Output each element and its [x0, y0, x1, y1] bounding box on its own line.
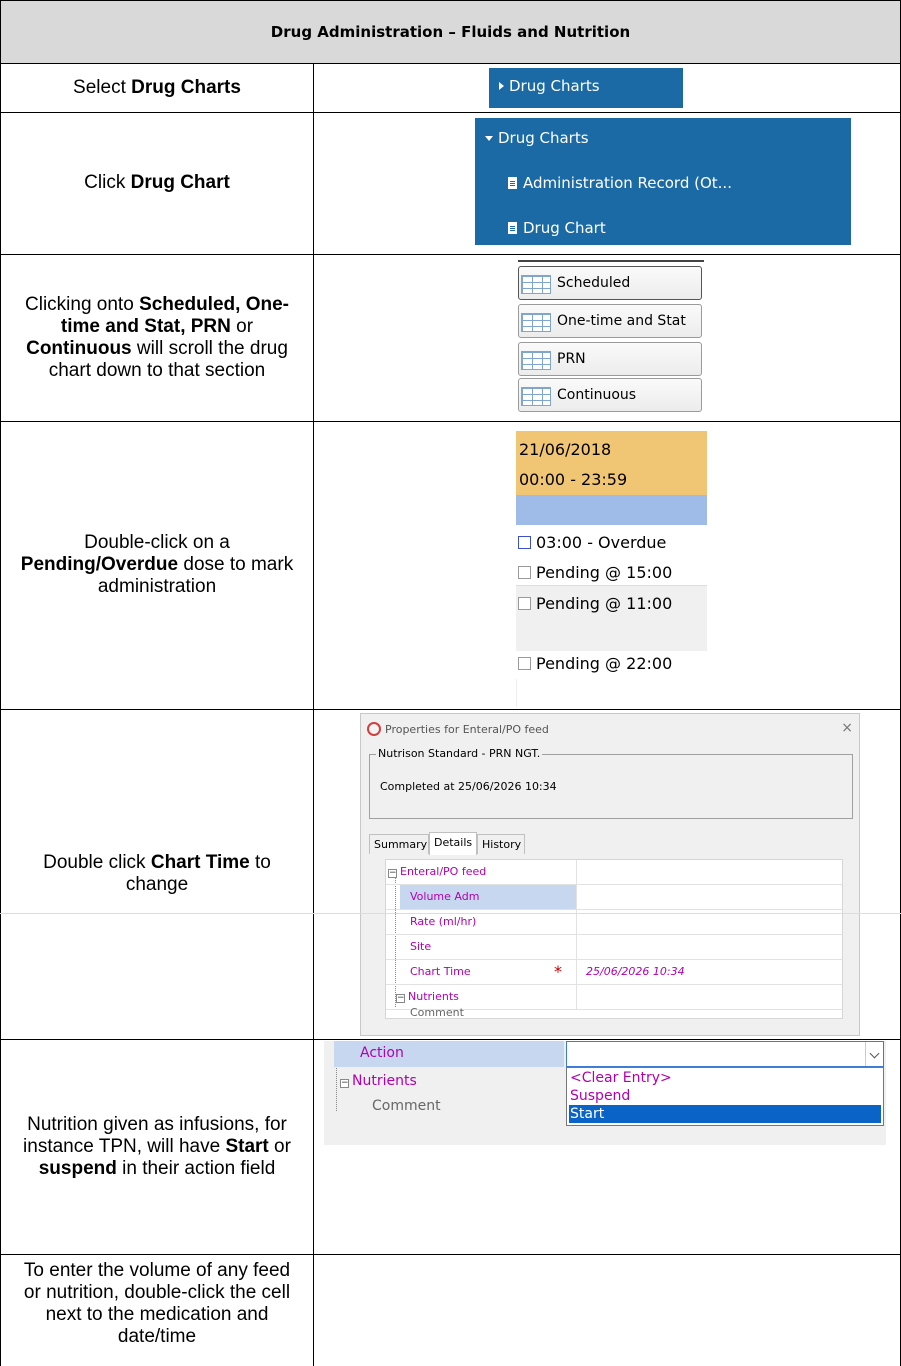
checkbox-icon [518, 657, 531, 670]
dose-pending-1100[interactable]: Pending @ 11:00 [518, 594, 672, 613]
close-icon[interactable]: × [841, 720, 853, 736]
table-header: Drug Administration – Fluids and Nutriti… [0, 0, 901, 64]
drug-charts-label: Drug Charts [509, 77, 600, 95]
collapse-icon: − [396, 993, 405, 1003]
step-screenshot: 21/06/2018 00:00 - 23:59 03:00 - Overdue… [314, 421, 900, 709]
step-row-click-drug-chart: Click Drug Chart Drug Charts Administrat… [0, 112, 901, 255]
tree-node-enteral-feed[interactable]: − Enteral/PO feed [386, 860, 842, 885]
option-start[interactable]: Start [569, 1105, 881, 1123]
section-button-prn[interactable]: PRN [518, 342, 702, 376]
tab-history[interactable]: History [477, 834, 525, 854]
section-button-one-time-and-stat[interactable]: One-time and Stat [518, 304, 702, 338]
field-site[interactable]: Site [386, 935, 842, 960]
step-instruction: Select Drug Charts [1, 63, 314, 112]
step-instruction: To enter the volume of any feed or nutri… [1, 1254, 314, 1366]
dose-pending-2200[interactable]: Pending @ 22:00 [518, 654, 672, 673]
grid-icon [521, 351, 551, 370]
time-range-label: 00:00 - 23:59 [519, 470, 628, 489]
action-dropdown[interactable] [566, 1041, 884, 1067]
grid-icon [521, 275, 551, 294]
checkbox-icon [518, 597, 531, 610]
order-group: Nutrison Standard - PRN NGT. Completed a… [369, 747, 853, 819]
grid-icon [521, 387, 551, 406]
field-chart-time[interactable]: Chart Time * 25/06/2026 10:34 [386, 960, 842, 985]
comment-label: Comment [372, 1098, 441, 1114]
expand-arrow-icon [499, 82, 504, 90]
step-screenshot: Drug Charts Administration Record (Ot...… [314, 112, 900, 254]
step-screenshot: Properties for Enteral/PO feed × Nutriso… [314, 709, 900, 1039]
dose-overdue[interactable]: 03:00 - Overdue [518, 533, 666, 552]
dose-pending-1500[interactable]: Pending @ 15:00 [518, 563, 672, 582]
properties-dialog: Properties for Enteral/PO feed × Nutriso… [360, 713, 860, 1036]
drug-charts-nav-collapsed[interactable]: Drug Charts [489, 68, 683, 108]
dialog-title: Properties for Enteral/PO feed [385, 723, 549, 736]
step-instruction: Click Drug Chart [1, 112, 314, 254]
drug-charts-header[interactable]: Drug Charts [485, 129, 589, 147]
step-row-enter-volume: To enter the volume of any feed or nutri… [0, 1254, 901, 1366]
checkbox-icon [518, 536, 531, 549]
step-row-pending-dose: Double-click on a Pending/Overdue dose t… [0, 421, 901, 710]
section-button-continuous[interactable]: Continuous [518, 378, 702, 412]
document-icon [508, 222, 517, 234]
step-screenshot: Scheduled One-time and Stat PRN Continuo… [314, 254, 900, 421]
step-screenshot: Drug Charts [314, 63, 900, 112]
document-page: Drug Administration – Fluids and Nutriti… [0, 0, 901, 1366]
properties-icon [367, 722, 381, 736]
collapse-icon: − [388, 868, 397, 878]
document-title: Drug Administration – Fluids and Nutriti… [270, 23, 631, 41]
step-row-chart-time: Double click Chart Time to change Proper… [0, 709, 901, 1040]
option-clear-entry[interactable]: <Clear Entry> [569, 1069, 881, 1087]
collapse-arrow-icon [485, 136, 493, 141]
chevron-down-icon[interactable] [865, 1042, 883, 1066]
order-caption: Nutrison Standard - PRN NGT. [376, 747, 543, 760]
action-label: Action [360, 1045, 404, 1061]
drug-charts-nav-expanded: Drug Charts Administration Record (Ot...… [475, 118, 851, 245]
step-screenshot [314, 1254, 900, 1366]
step-instruction: Double click Chart Time to change [1, 709, 314, 1039]
divider [516, 679, 517, 707]
step-row-sections: Clicking onto Scheduled, One-time and St… [0, 254, 901, 422]
document-icon [508, 177, 517, 189]
tab-details[interactable]: Details [429, 832, 477, 855]
tab-summary[interactable]: Summary [369, 834, 429, 854]
nav-item-administration-record[interactable]: Administration Record (Ot... [508, 174, 732, 192]
nutrients-label[interactable]: − Nutrients [340, 1073, 417, 1089]
text-cursor-guide [0, 913, 901, 914]
date-label: 21/06/2018 [519, 440, 612, 459]
step-row-select-drug-charts: Select Drug Charts Drug Charts [0, 63, 901, 113]
properties-grid: − Enteral/PO feed Volume Adm Rate (ml/hr)… [385, 859, 843, 1019]
nav-item-drug-chart[interactable]: Drug Chart [508, 219, 606, 237]
section-button-scheduled[interactable]: Scheduled [518, 266, 702, 300]
field-volume-adm[interactable]: Volume Adm [386, 885, 842, 910]
chart-time-value[interactable]: 25/06/2026 10:34 [586, 965, 685, 978]
action-options-list: <Clear Entry> Suspend Start [566, 1067, 884, 1126]
step-row-action-field: Nutrition given as infusions, for instan… [0, 1039, 901, 1255]
step-screenshot: Action − Nutrients Comment <Clear Entry> … [314, 1039, 900, 1254]
collapse-icon: − [340, 1078, 349, 1088]
completed-text: Completed at 25/06/2026 10:34 [380, 780, 557, 793]
field-comment[interactable]: Comment [386, 1006, 842, 1020]
step-instruction: Double-click on a Pending/Overdue dose t… [1, 421, 314, 709]
divider [518, 260, 704, 262]
required-marker: * [554, 962, 562, 981]
grid-icon [521, 313, 551, 332]
option-suspend[interactable]: Suspend [569, 1087, 881, 1105]
selected-band [516, 495, 707, 525]
action-field-screenshot: Action − Nutrients Comment <Clear Entry> … [324, 1041, 886, 1145]
checkbox-icon [518, 566, 531, 579]
date-header: 21/06/2018 00:00 - 23:59 [516, 431, 707, 495]
step-instruction: Nutrition given as infusions, for instan… [1, 1039, 314, 1254]
step-instruction: Clicking onto Scheduled, One-time and St… [1, 254, 314, 421]
